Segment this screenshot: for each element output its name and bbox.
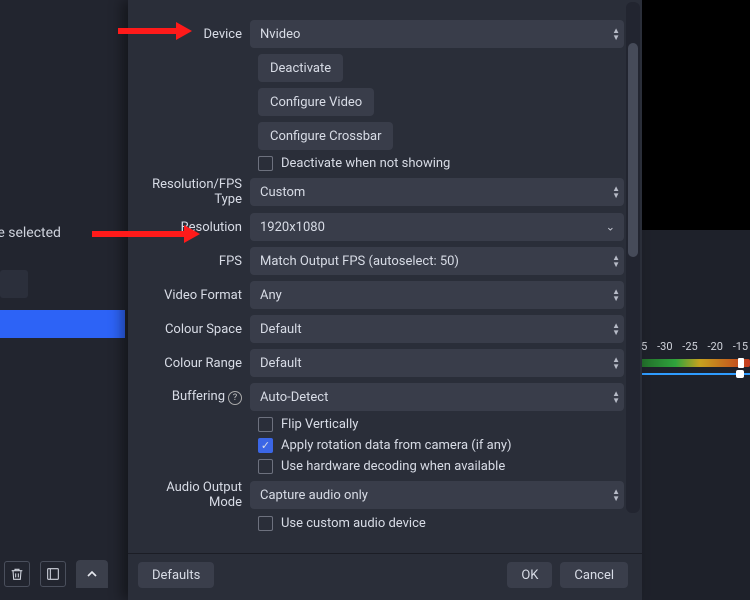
deactivate-button[interactable]: Deactivate bbox=[258, 54, 343, 82]
stepper-icon: ▲▼ bbox=[612, 488, 620, 502]
fps-label: FPS bbox=[132, 254, 250, 269]
settings-panel-icon[interactable] bbox=[40, 561, 66, 587]
trash-icon[interactable] bbox=[4, 561, 30, 587]
stepper-icon: ▲▼ bbox=[612, 27, 620, 41]
checkbox-icon bbox=[258, 459, 273, 474]
stepper-icon: ▲▼ bbox=[612, 322, 620, 336]
audio-output-mode-value: Capture audio only bbox=[260, 488, 368, 503]
checkbox-label: Use custom audio device bbox=[281, 516, 426, 531]
device-value: Nvideo bbox=[260, 27, 300, 42]
expand-panel-button[interactable] bbox=[76, 560, 108, 588]
sources-panel-heading: ce selected bbox=[0, 225, 61, 241]
colour-space-select[interactable]: Default ▲▼ bbox=[250, 315, 624, 343]
apply-rotation-checkbox[interactable]: ✓ Apply rotation data from camera (if an… bbox=[258, 438, 512, 453]
audio-meter: -35 -30 -25 -20 -15 bbox=[630, 340, 750, 375]
preview-area bbox=[630, 0, 750, 230]
checkbox-label: Apply rotation data from camera (if any) bbox=[281, 438, 512, 453]
video-format-label: Video Format bbox=[132, 288, 250, 303]
checkbox-label: Use hardware decoding when available bbox=[281, 459, 505, 474]
scrollbar[interactable] bbox=[626, 2, 640, 513]
defaults-button[interactable]: Defaults bbox=[138, 562, 214, 588]
resolution-value: 1920x1080 bbox=[260, 220, 325, 235]
resolution-fps-type-select[interactable]: Custom ▲▼ bbox=[250, 178, 624, 206]
checkbox-icon: ✓ bbox=[258, 438, 273, 453]
stepper-icon: ▲▼ bbox=[612, 254, 620, 268]
colour-space-label: Colour Space bbox=[132, 322, 250, 337]
video-format-select[interactable]: Any ▲▼ bbox=[250, 281, 624, 309]
chevron-down-icon: ⌄ bbox=[606, 221, 615, 234]
configure-video-button[interactable]: Configure Video bbox=[258, 88, 374, 116]
colour-range-select[interactable]: Default ▲▼ bbox=[250, 349, 624, 377]
fps-select[interactable]: Match Output FPS (autoselect: 50) ▲▼ bbox=[250, 247, 624, 275]
checkbox-icon bbox=[258, 417, 273, 432]
resolution-select[interactable]: 1920x1080 ⌄ bbox=[250, 213, 624, 241]
cancel-label: Cancel bbox=[574, 568, 614, 583]
dialog-footer: Defaults OK Cancel bbox=[128, 553, 642, 600]
meter-tick: -15 bbox=[731, 340, 750, 353]
meter-tick: -20 bbox=[706, 340, 725, 353]
sources-panel-item-box bbox=[0, 270, 28, 298]
fps-value: Match Output FPS (autoselect: 50) bbox=[260, 254, 459, 269]
audio-output-mode-label: Audio Output Mode bbox=[132, 480, 250, 510]
checkbox-label: Flip Vertically bbox=[281, 417, 358, 432]
configure-crossbar-label: Configure Crossbar bbox=[270, 129, 381, 144]
checkbox-icon bbox=[258, 156, 273, 171]
ok-button[interactable]: OK bbox=[507, 562, 552, 588]
checkbox-icon bbox=[258, 516, 273, 531]
buffering-label-text: Buffering bbox=[172, 389, 225, 404]
deactivate-when-not-showing-checkbox[interactable]: Deactivate when not showing bbox=[258, 156, 450, 171]
configure-video-label: Configure Video bbox=[270, 95, 362, 110]
stepper-icon: ▲▼ bbox=[612, 356, 620, 370]
flip-vertically-checkbox[interactable]: Flip Vertically bbox=[258, 417, 358, 432]
audio-meter-ticks: -35 -30 -25 -20 -15 bbox=[630, 340, 750, 353]
resolution-fps-type-label: Resolution/FPS Type bbox=[132, 177, 250, 207]
sources-panel bbox=[0, 0, 130, 600]
help-icon[interactable]: ? bbox=[228, 391, 242, 405]
sources-selected-row[interactable] bbox=[0, 310, 125, 338]
resolution-label: Resolution bbox=[132, 220, 250, 235]
audio-volume-slider[interactable] bbox=[630, 373, 750, 375]
audio-meter-bar bbox=[630, 359, 750, 367]
audio-output-mode-select[interactable]: Capture audio only ▲▼ bbox=[250, 481, 624, 509]
defaults-label: Defaults bbox=[152, 568, 200, 583]
buffering-label: Buffering? bbox=[132, 389, 250, 405]
stepper-icon: ▲▼ bbox=[612, 288, 620, 302]
colour-range-value: Default bbox=[260, 356, 302, 371]
resolution-fps-type-value: Custom bbox=[260, 185, 305, 200]
meter-tick: -25 bbox=[680, 340, 699, 353]
hardware-decoding-checkbox[interactable]: Use hardware decoding when available bbox=[258, 459, 505, 474]
stepper-icon: ▲▼ bbox=[612, 390, 620, 404]
stepper-icon: ▲▼ bbox=[612, 185, 620, 199]
scrollbar-thumb[interactable] bbox=[628, 43, 638, 258]
device-select[interactable]: Nvideo ▲▼ bbox=[250, 20, 624, 48]
ok-label: OK bbox=[521, 568, 538, 583]
properties-dialog: Device Nvideo ▲▼ Deactivate Configure Vi… bbox=[128, 0, 642, 600]
buffering-select[interactable]: Auto-Detect ▲▼ bbox=[250, 383, 624, 411]
use-custom-audio-device-checkbox[interactable]: Use custom audio device bbox=[258, 516, 426, 531]
buffering-value: Auto-Detect bbox=[260, 390, 328, 405]
cancel-button[interactable]: Cancel bbox=[560, 562, 628, 588]
colour-range-label: Colour Range bbox=[132, 356, 250, 371]
checkbox-label: Deactivate when not showing bbox=[281, 156, 450, 171]
configure-crossbar-button[interactable]: Configure Crossbar bbox=[258, 122, 393, 150]
colour-space-value: Default bbox=[260, 322, 302, 337]
properties-form: Device Nvideo ▲▼ Deactivate Configure Vi… bbox=[132, 6, 624, 531]
video-format-value: Any bbox=[260, 288, 282, 303]
deactivate-button-label: Deactivate bbox=[270, 61, 331, 76]
meter-tick: -30 bbox=[655, 340, 674, 353]
device-label: Device bbox=[132, 27, 250, 42]
